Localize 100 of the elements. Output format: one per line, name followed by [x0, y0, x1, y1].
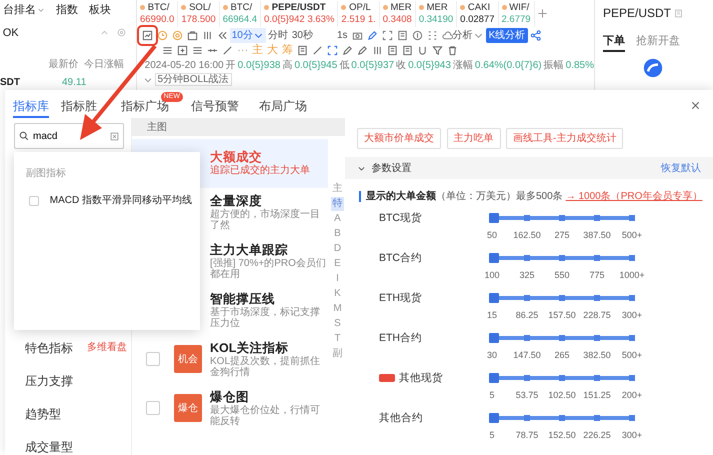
tick-label: 265: [554, 349, 570, 362]
ticker-symbol[interactable]: SOL/: [189, 2, 211, 14]
tick-label: 151.25: [583, 389, 611, 402]
slider-stop: [559, 215, 565, 221]
indicator-title: 智能撑压线: [210, 292, 276, 306]
interval-tab[interactable]: 30秒: [290, 28, 315, 42]
search-result-item[interactable]: MACD 指数平滑异同移动平均线: [50, 193, 192, 208]
dialog-tab[interactable]: 指标胜: [61, 90, 97, 118]
slider-label: 其他现货: [399, 371, 443, 386]
indicator-badge: 爆仓: [174, 394, 202, 422]
slider-stop: [594, 255, 600, 261]
tick-label: 775: [589, 269, 605, 282]
indicator-item[interactable]: 机会 KOL关注指标 KOL提及次数，提前抓住金狗行情: [132, 334, 328, 384]
checkbox[interactable]: [146, 352, 160, 366]
reset-link[interactable]: 恢复默认: [661, 160, 701, 176]
tick-label: 50: [487, 229, 497, 242]
close-icon[interactable]: [690, 100, 701, 111]
tick-label: 53.75: [516, 389, 538, 402]
search-field[interactable]: macd: [14, 123, 124, 149]
ticker-symbol[interactable]: OP/L: [349, 2, 371, 14]
ticker-symbol[interactable]: WIF/: [509, 2, 530, 14]
tick-label: 1000+: [619, 269, 645, 282]
indicator-description: 基于市场深度，标记支撑压力位: [210, 306, 321, 329]
coin-dot-icon: [382, 5, 388, 10]
slider-thumb[interactable]: [489, 373, 499, 383]
slider-track[interactable]: [489, 333, 635, 343]
indicator-badge: 机会: [174, 345, 202, 374]
category-tag: 多维看盘: [87, 340, 127, 355]
related-indicator-button[interactable]: 大额市价单成交: [357, 128, 441, 149]
tick-label: 15: [487, 309, 497, 322]
pencil-icon[interactable]: [340, 43, 355, 58]
interval-tab[interactable]: 10分: [230, 28, 266, 42]
panel-tab[interactable]: 指数: [56, 2, 78, 18]
category-item[interactable]: 特色指标: [25, 338, 73, 356]
slider-thumb[interactable]: [489, 253, 499, 263]
slider-stop: [559, 255, 565, 261]
slider-thumb[interactable]: [489, 213, 499, 223]
slider-stop: [629, 215, 635, 221]
coin-dot-icon: [460, 5, 466, 10]
dialog-tab[interactable]: 指标库: [13, 90, 49, 118]
panel-tab[interactable]: 台排名: [2, 2, 36, 18]
settings-icon: [117, 28, 126, 38]
slider-stop: [629, 375, 635, 381]
order-tab[interactable]: 下单: [603, 33, 625, 52]
slider-thumb[interactable]: [489, 333, 499, 343]
ticker-symbol[interactable]: PEPE/USDT: [272, 2, 326, 14]
clear-icon[interactable]: [110, 132, 119, 141]
panel-tab[interactable]: 板块: [88, 2, 111, 18]
slider-track[interactable]: [489, 213, 635, 223]
interval-tab[interactable]: 1s: [335, 28, 350, 42]
indicator-title: KOL关注指标: [210, 340, 290, 356]
related-indicator-button[interactable]: 画线工具-主力成交统计: [506, 128, 624, 149]
tick-label: 152.50: [548, 429, 576, 442]
slider-thumb[interactable]: [489, 413, 499, 423]
indicator-description: 超方便的，市场深度一目了然: [210, 208, 321, 231]
tick-label: 300+: [622, 309, 642, 322]
ticker-price: 0.02877: [460, 14, 494, 26]
slider-track[interactable]: [489, 253, 635, 263]
slider-stop: [524, 415, 530, 421]
interval-tab[interactable]: 分时: [266, 28, 290, 42]
category-item[interactable]: 趋势型: [25, 404, 61, 422]
pencil-icon[interactable]: [355, 43, 370, 58]
category-item[interactable]: 压力支撑: [25, 372, 73, 390]
filter-label[interactable]: OK: [2, 24, 19, 41]
ticker-symbol[interactable]: BTC/: [148, 2, 170, 14]
category-item[interactable]: 成交量型: [25, 438, 73, 455]
plus-box-icon[interactable]: [175, 43, 190, 58]
kline-analysis-button[interactable]: K线分析: [486, 28, 528, 42]
checkbox[interactable]: [146, 401, 160, 416]
indicator-item[interactable]: 爆仓 爆仓图 最大爆仓价位处，行情可能反转: [132, 384, 328, 433]
slider-track[interactable]: [489, 373, 635, 383]
ticker-symbol[interactable]: CAKI: [468, 2, 490, 14]
tick-label: 387.50: [583, 229, 611, 242]
value-text: 0.64%(0.0{7}6): [474, 60, 542, 72]
share-icon[interactable]: [528, 28, 544, 42]
slider-track[interactable]: [489, 293, 635, 303]
slider-stop: [594, 335, 600, 341]
slider-label: BTC合约: [379, 251, 422, 266]
ticker-symbol[interactable]: MER: [390, 2, 412, 14]
slider-stop: [559, 295, 565, 301]
corner-frame-icon[interactable]: [325, 43, 340, 58]
column-header[interactable]: 最新价: [48, 57, 78, 72]
related-indicator-button[interactable]: 主力吃单: [446, 128, 500, 149]
results-section-title: 副图指标: [26, 166, 67, 181]
column-header[interactable]: 今日涨幅: [84, 57, 124, 72]
analysis-dropdown[interactable]: 分析: [440, 28, 486, 42]
ticker-symbol[interactable]: BTC/: [230, 2, 252, 14]
tick-label: 162.50: [513, 229, 541, 242]
tick-label: 5: [490, 429, 494, 442]
dialog-tab[interactable]: 布局广场: [259, 90, 307, 118]
dialog-tab[interactable]: 信号预警: [191, 90, 239, 118]
upgrade-link[interactable]: → 1000条（PRO年会员专享）: [566, 191, 702, 202]
strategy-tag[interactable]: 5分钟BOLL战法: [154, 73, 232, 86]
slider-thumb[interactable]: [489, 293, 499, 303]
coin-dot-icon: [341, 5, 346, 10]
checkbox[interactable]: [28, 196, 39, 206]
slider-track[interactable]: [489, 413, 635, 423]
order-tab[interactable]: 抢新开盘: [636, 33, 680, 52]
ticker-symbol[interactable]: MER: [426, 2, 448, 14]
tick-label: 30: [487, 349, 497, 362]
